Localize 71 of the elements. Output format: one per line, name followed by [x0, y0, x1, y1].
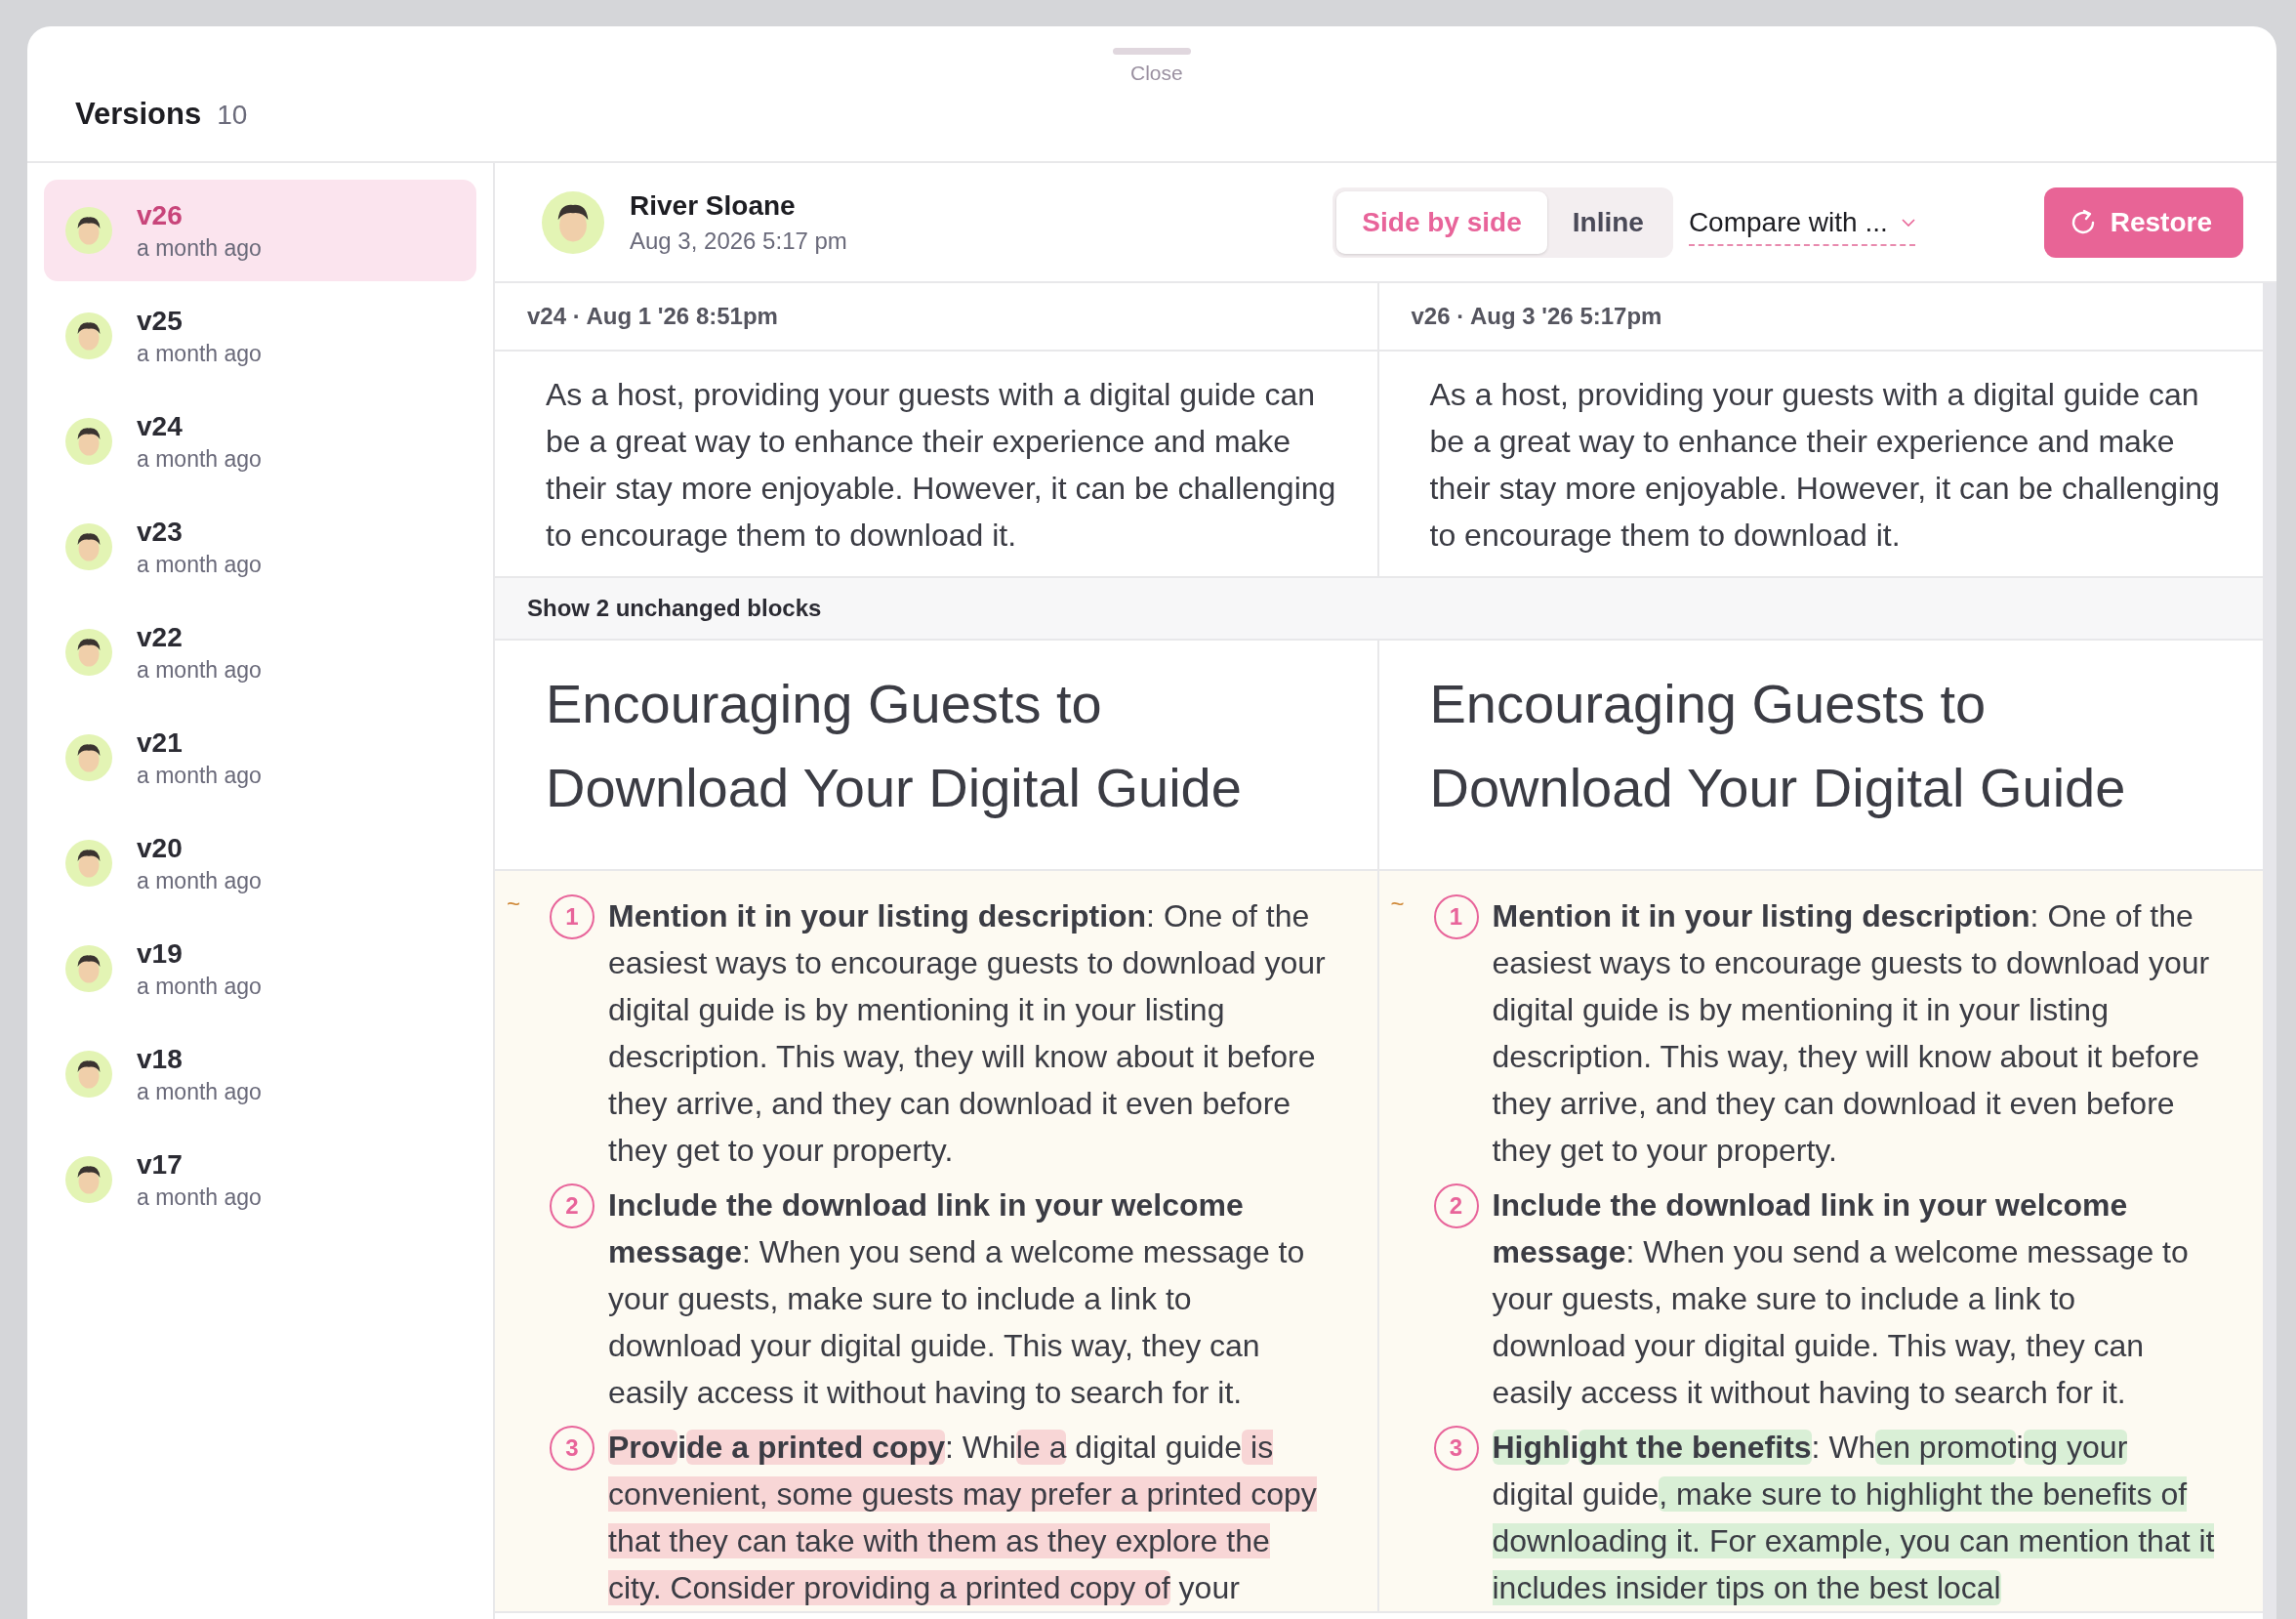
version-label: v26 [137, 199, 184, 231]
version-time: a month ago [137, 340, 262, 367]
avatar-icon [65, 418, 112, 465]
version-item[interactable]: v19 a month ago [44, 918, 476, 1019]
version-time: a month ago [137, 445, 262, 473]
version-label: v23 [137, 516, 184, 548]
version-item[interactable]: v26 a month ago [44, 180, 476, 281]
version-item[interactable]: v23 a month ago [44, 496, 476, 598]
avatar-icon [65, 840, 112, 887]
version-label: v18 [137, 1043, 184, 1075]
author-name: River Sloane [630, 189, 797, 222]
avatar-icon [65, 945, 112, 992]
list-number: 1 [550, 894, 594, 939]
avatar-icon [65, 734, 112, 781]
version-label: v17 [137, 1148, 184, 1181]
heading-text: Encouraging Guests to Download Your Digital Guide [1429, 672, 2127, 820]
modal-title: Versions [75, 97, 202, 132]
version-time: a month ago [137, 973, 262, 1000]
version-item[interactable]: v20 a month ago [44, 812, 476, 914]
change-marker: ~ [507, 893, 521, 919]
list-number: 2 [1433, 1183, 1479, 1228]
list-number: 2 [550, 1183, 594, 1228]
version-item[interactable]: v21 a month ago [44, 707, 476, 809]
version-label: v25 [137, 305, 184, 337]
avatar-icon [65, 523, 112, 570]
view-mode-tab[interactable]: Inline [1546, 190, 1669, 254]
version-item[interactable]: v22 a month ago [44, 602, 476, 703]
version-date: Aug 3, 2026 5:17 pm [630, 227, 848, 255]
scrollbar[interactable] [2263, 283, 2276, 1619]
list-number: 3 [1433, 1426, 1479, 1471]
avatar-icon [65, 1156, 112, 1203]
version-time: a month ago [137, 867, 262, 894]
compare-dropdown[interactable]: Compare with ... [1688, 198, 1915, 246]
version-item[interactable]: v18 a month ago [44, 1023, 476, 1125]
version-item[interactable]: v25 a month ago [44, 285, 476, 387]
version-item[interactable]: v17 a month ago [44, 1129, 476, 1230]
version-label: v19 [137, 937, 184, 970]
list-number: 3 [550, 1426, 594, 1471]
avatar-icon [65, 207, 112, 254]
avatar-icon [542, 190, 604, 254]
version-time: a month ago [137, 234, 262, 262]
column-header: v24 · Aug 1 '26 8:51pm [527, 303, 778, 330]
version-time: a month ago [137, 551, 262, 578]
version-label: v24 [137, 410, 184, 442]
avatar-icon [65, 629, 112, 676]
avatar-icon [65, 1051, 112, 1098]
version-time: a month ago [137, 1183, 262, 1211]
paragraph-text: As a host, providing your guests with a digital guide can be a great way to enhance their experience and make their stay more enjoyable. However, it can be challenging to encourage them to download it. [1429, 376, 2221, 555]
version-label: v21 [137, 726, 184, 759]
version-label: v22 [137, 621, 184, 653]
close-handle[interactable] [1113, 48, 1191, 55]
version-count: 10 [217, 100, 248, 131]
paragraph-text: As a host, providing your guests with a digital guide can be a great way to enhance their experience and make their stay more enjoyable. However, it can be challenging to encourage them to download it. [546, 376, 1336, 555]
version-item[interactable]: v24 a month ago [44, 391, 476, 492]
list-item-text: Include the download link in your welcome message: When you send a welcome message to your guests, make sure to include a link to download your digital guide. This way, they can easily access it without having to search for it. [1492, 1186, 2190, 1412]
list-item-text: Mention it in your listing description: One of the easiest ways to encourage guests to download your digital guide is by mentioning it in your listing description. This way, they will know about it before they arrive, and they can download it even before they get to your property. [608, 897, 1327, 1170]
change-marker: ~ [1390, 893, 1406, 919]
list-item-text: Include the download link in your welcome message: When you send a welcome message to your guests, make sure to include a link to download your digital guide. This way, they can easily access it without having to search for it. [608, 1186, 1306, 1412]
version-time: a month ago [137, 762, 262, 789]
list-item-text: Highlight the benefits: When promoting your digital guide, make sure to highlight the benefits of downloading it. For example, you can mention that it includes insider tips on the best local [1492, 1429, 2215, 1607]
heading-text: Encouraging Guests to Download Your Digital Guide [546, 672, 1243, 820]
list-number: 1 [1433, 894, 1479, 939]
show-unchanged-link[interactable]: Show 2 unchanged blocks [527, 595, 822, 622]
chevron-down-icon [1901, 218, 1915, 227]
version-label: v20 [137, 832, 184, 864]
version-time: a month ago [137, 1078, 262, 1105]
list-item-text: Provide a printed copy: While a digital guide is convenient, some guests may prefer a printed copy that they can take with them as they explore the city. Consider providing a printed copy of your [608, 1429, 1318, 1607]
avatar-icon [65, 312, 112, 359]
list-item-text: Mention it in your listing description: One of the easiest ways to encourage guests to download your digital guide is by mentioning it in your listing description. This way, they will know about it before they arrive, and they can download it even before they get to your property. [1492, 897, 2211, 1170]
version-time: a month ago [137, 656, 262, 684]
column-header: v26 · Aug 3 '26 5:17pm [1411, 303, 1662, 330]
